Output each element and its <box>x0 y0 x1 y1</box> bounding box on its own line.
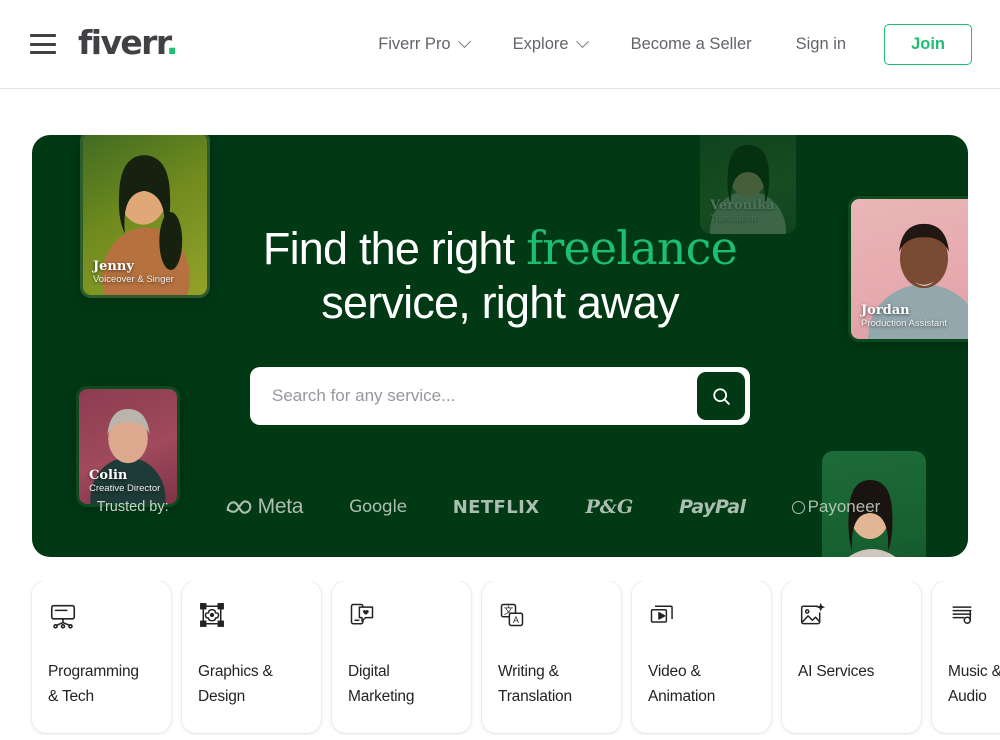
monitor-code-icon <box>48 601 155 645</box>
fiverr-logo[interactable]: fiverr. <box>78 22 179 62</box>
video-play-icon <box>648 601 755 645</box>
chevron-down-icon <box>575 34 589 48</box>
brand-logo-google: Google <box>349 497 407 517</box>
category-label: AI Services <box>798 663 875 680</box>
brand-label: PayPal <box>679 496 746 518</box>
design-node-icon <box>198 601 305 645</box>
hamburger-bar <box>30 34 56 37</box>
nav-label: Sign in <box>795 34 847 53</box>
hero-person-card-veronika: Veronika Translation <box>700 135 796 234</box>
category-card-writing-translation[interactable]: 文 A Writing & Translation <box>482 581 621 733</box>
nav-item-sign-in[interactable]: Sign in <box>774 35 868 54</box>
logo-text: fiverr <box>78 22 167 62</box>
category-card-digital-marketing[interactable]: Digital Marketing <box>332 581 471 733</box>
brand-logo-payoneer: Payoneer <box>791 497 881 517</box>
hero-banner: Jenny Voiceover & Singer Colin Creative … <box>32 135 968 557</box>
payoneer-circle-icon <box>791 500 805 514</box>
person-role: Creative Director <box>89 483 161 494</box>
hero-title-part2: service, right away <box>321 277 679 328</box>
brand-logo-paypal: PayPal <box>679 496 746 518</box>
hero-content: Find the right freelance service, right a… <box>32 221 968 425</box>
nav-label: Become a Seller <box>630 34 752 53</box>
translate-icon: 文 A <box>498 601 605 645</box>
phone-heart-icon <box>348 601 455 645</box>
logo-dot: . <box>165 22 179 62</box>
hero-title: Find the right freelance service, right a… <box>32 221 968 330</box>
hamburger-bar <box>30 51 56 54</box>
nav-item-fiverr-pro[interactable]: Fiverr Pro <box>356 35 490 54</box>
search-submit-button[interactable] <box>697 372 745 420</box>
person-name: Veronika <box>710 198 775 213</box>
category-label: Music & Audio <box>948 663 1000 705</box>
hero-title-part1: Find the right <box>262 223 527 274</box>
site-header: fiverr. Fiverr Pro Explore Become a Sell… <box>0 0 1000 89</box>
person-caption: Colin Creative Director <box>89 468 160 495</box>
brand-label: P&G <box>585 496 634 518</box>
search-input[interactable] <box>250 386 697 406</box>
nav-label: Fiverr Pro <box>378 34 451 53</box>
header-nav: Fiverr Pro Explore Become a Seller Sign … <box>356 23 972 65</box>
person-name: Colin <box>89 468 128 483</box>
category-label: Writing & Translation <box>498 663 572 705</box>
category-card-row: Programming & Tech Graphics & Design Dig… <box>0 581 1000 735</box>
nav-label: Explore <box>512 34 569 53</box>
category-card-ai-services[interactable]: AI Services <box>782 581 921 733</box>
brand-label: Meta <box>257 495 304 518</box>
brand-label: Payoneer <box>807 497 881 516</box>
search-icon <box>712 387 730 405</box>
hamburger-bar <box>30 42 56 46</box>
hero-search-bar <box>250 367 750 425</box>
nav-item-become-a-seller[interactable]: Become a Seller <box>609 35 774 54</box>
image-sparkle-icon <box>798 601 905 645</box>
category-label: Graphics & Design <box>198 663 273 705</box>
brand-label: NETFLIX <box>452 496 540 518</box>
category-card-video-animation[interactable]: Video & Animation <box>632 581 771 733</box>
hero-section-wrapper: Jenny Voiceover & Singer Colin Creative … <box>0 89 1000 557</box>
hamburger-icon[interactable] <box>30 34 56 54</box>
category-card-graphics-design[interactable]: Graphics & Design <box>182 581 321 733</box>
trusted-by-row: Trusted by: Meta Google NETFLIX P&G PayP… <box>32 495 968 519</box>
trusted-by-label: Trusted by: <box>96 499 169 515</box>
brand-logo-pg: P&G <box>586 496 634 518</box>
brand-logo-meta: Meta <box>226 495 304 519</box>
category-card-programming-tech[interactable]: Programming & Tech <box>32 581 171 733</box>
join-button[interactable]: Join <box>884 23 972 65</box>
hero-title-accent: freelance <box>526 221 738 275</box>
svg-text:A: A <box>513 615 519 625</box>
chevron-down-icon <box>457 34 471 48</box>
category-label: Video & Animation <box>648 663 716 705</box>
category-label: Digital Marketing <box>348 663 415 705</box>
brand-label: Google <box>349 497 407 517</box>
meta-infinity-icon <box>226 499 251 514</box>
category-label: Programming & Tech <box>48 663 139 705</box>
category-card-music-audio[interactable]: Music & Audio <box>932 581 1000 733</box>
music-wave-icon <box>948 601 1000 645</box>
brand-logo-netflix: NETFLIX <box>453 497 540 518</box>
nav-item-explore[interactable]: Explore <box>491 35 609 54</box>
